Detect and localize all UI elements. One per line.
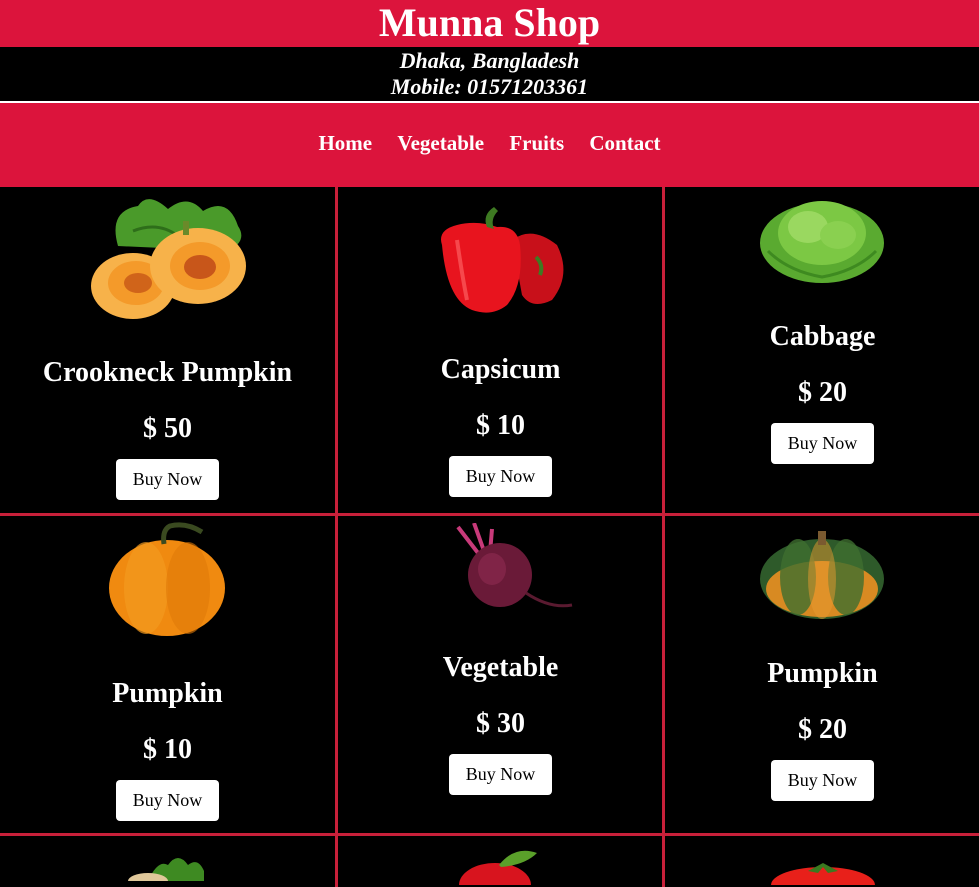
nav-bar: Home Vegetable Fruits Contact [0, 103, 979, 187]
product-price: $ 10 [476, 410, 525, 441]
apple-image [455, 845, 545, 885]
product-price: $ 30 [476, 708, 525, 739]
beetroot-image [450, 523, 574, 613]
shop-location: Dhaka, Bangladesh [399, 48, 580, 73]
buy-now-button[interactable]: Buy Now [448, 456, 553, 497]
product-card: Pumpkin $ 10 Buy Now [5, 678, 330, 821]
red-capsicum-image [432, 205, 572, 315]
buy-now-button[interactable]: Buy Now [115, 459, 220, 500]
product-price: $ 50 [143, 413, 192, 444]
product-name: Cabbage [769, 321, 876, 352]
product-name: Capsicum [440, 354, 561, 385]
green-pumpkin-image [758, 525, 886, 621]
orange-pumpkin-image [106, 522, 228, 638]
grid-divider [0, 513, 979, 516]
header-title-bar: Munna Shop [0, 0, 979, 47]
nav-contact-link[interactable]: Contact [589, 131, 660, 156]
product-price: $ 20 [798, 714, 847, 745]
product-card: Vegetable $ 30 Buy Now [338, 652, 663, 795]
product-card: Capsicum $ 10 Buy Now [338, 354, 663, 497]
ginger-image [118, 851, 218, 881]
product-name: Pumpkin [112, 678, 223, 709]
product-name: Vegetable [442, 652, 559, 683]
product-name: Pumpkin [767, 658, 878, 689]
buy-now-button[interactable]: Buy Now [115, 780, 220, 821]
product-name: Crookneck Pumpkin [42, 357, 293, 388]
cut-pumpkin-image [88, 191, 248, 321]
product-card: Crookneck Pumpkin $ 50 Buy Now [5, 357, 330, 500]
product-price: $ 20 [798, 377, 847, 408]
nav-menu: Home Vegetable Fruits Contact [0, 131, 979, 156]
nav-home-link[interactable]: Home [318, 131, 372, 156]
shop-title: Munna Shop [378, 0, 601, 45]
product-card: Cabbage $ 20 Buy Now [660, 321, 979, 464]
grid-divider [0, 833, 979, 836]
nav-vegetable-link[interactable]: Vegetable [397, 131, 484, 156]
header-info-bar: Dhaka, Bangladesh Mobile: 01571203361 [0, 47, 979, 100]
buy-now-button[interactable]: Buy Now [770, 760, 875, 801]
product-card: Pumpkin $ 20 Buy Now [660, 658, 979, 801]
nav-fruits-link[interactable]: Fruits [509, 131, 564, 156]
shop-mobile: Mobile: 01571203361 [390, 74, 589, 99]
product-price: $ 10 [143, 734, 192, 765]
product-grid: Crookneck Pumpkin $ 50 Buy Now Capsicum … [0, 187, 979, 887]
buy-now-button[interactable]: Buy Now [770, 423, 875, 464]
lettuce-image [758, 191, 886, 287]
tomato-image [768, 855, 878, 885]
buy-now-button[interactable]: Buy Now [448, 754, 553, 795]
